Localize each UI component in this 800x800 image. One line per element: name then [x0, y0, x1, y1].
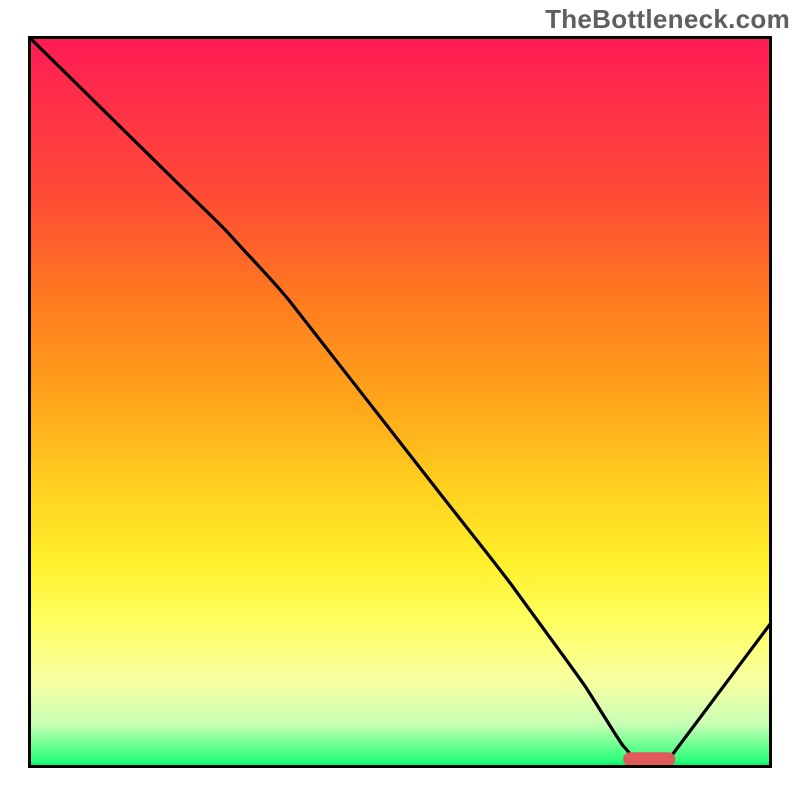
- chart-overlay: [28, 36, 772, 768]
- watermark-text: TheBottleneck.com: [545, 4, 790, 35]
- plot-frame: [28, 36, 772, 768]
- bottleneck-curve-line: [28, 36, 772, 768]
- chart-container: TheBottleneck.com: [0, 0, 800, 800]
- optimal-range-marker: [623, 752, 675, 766]
